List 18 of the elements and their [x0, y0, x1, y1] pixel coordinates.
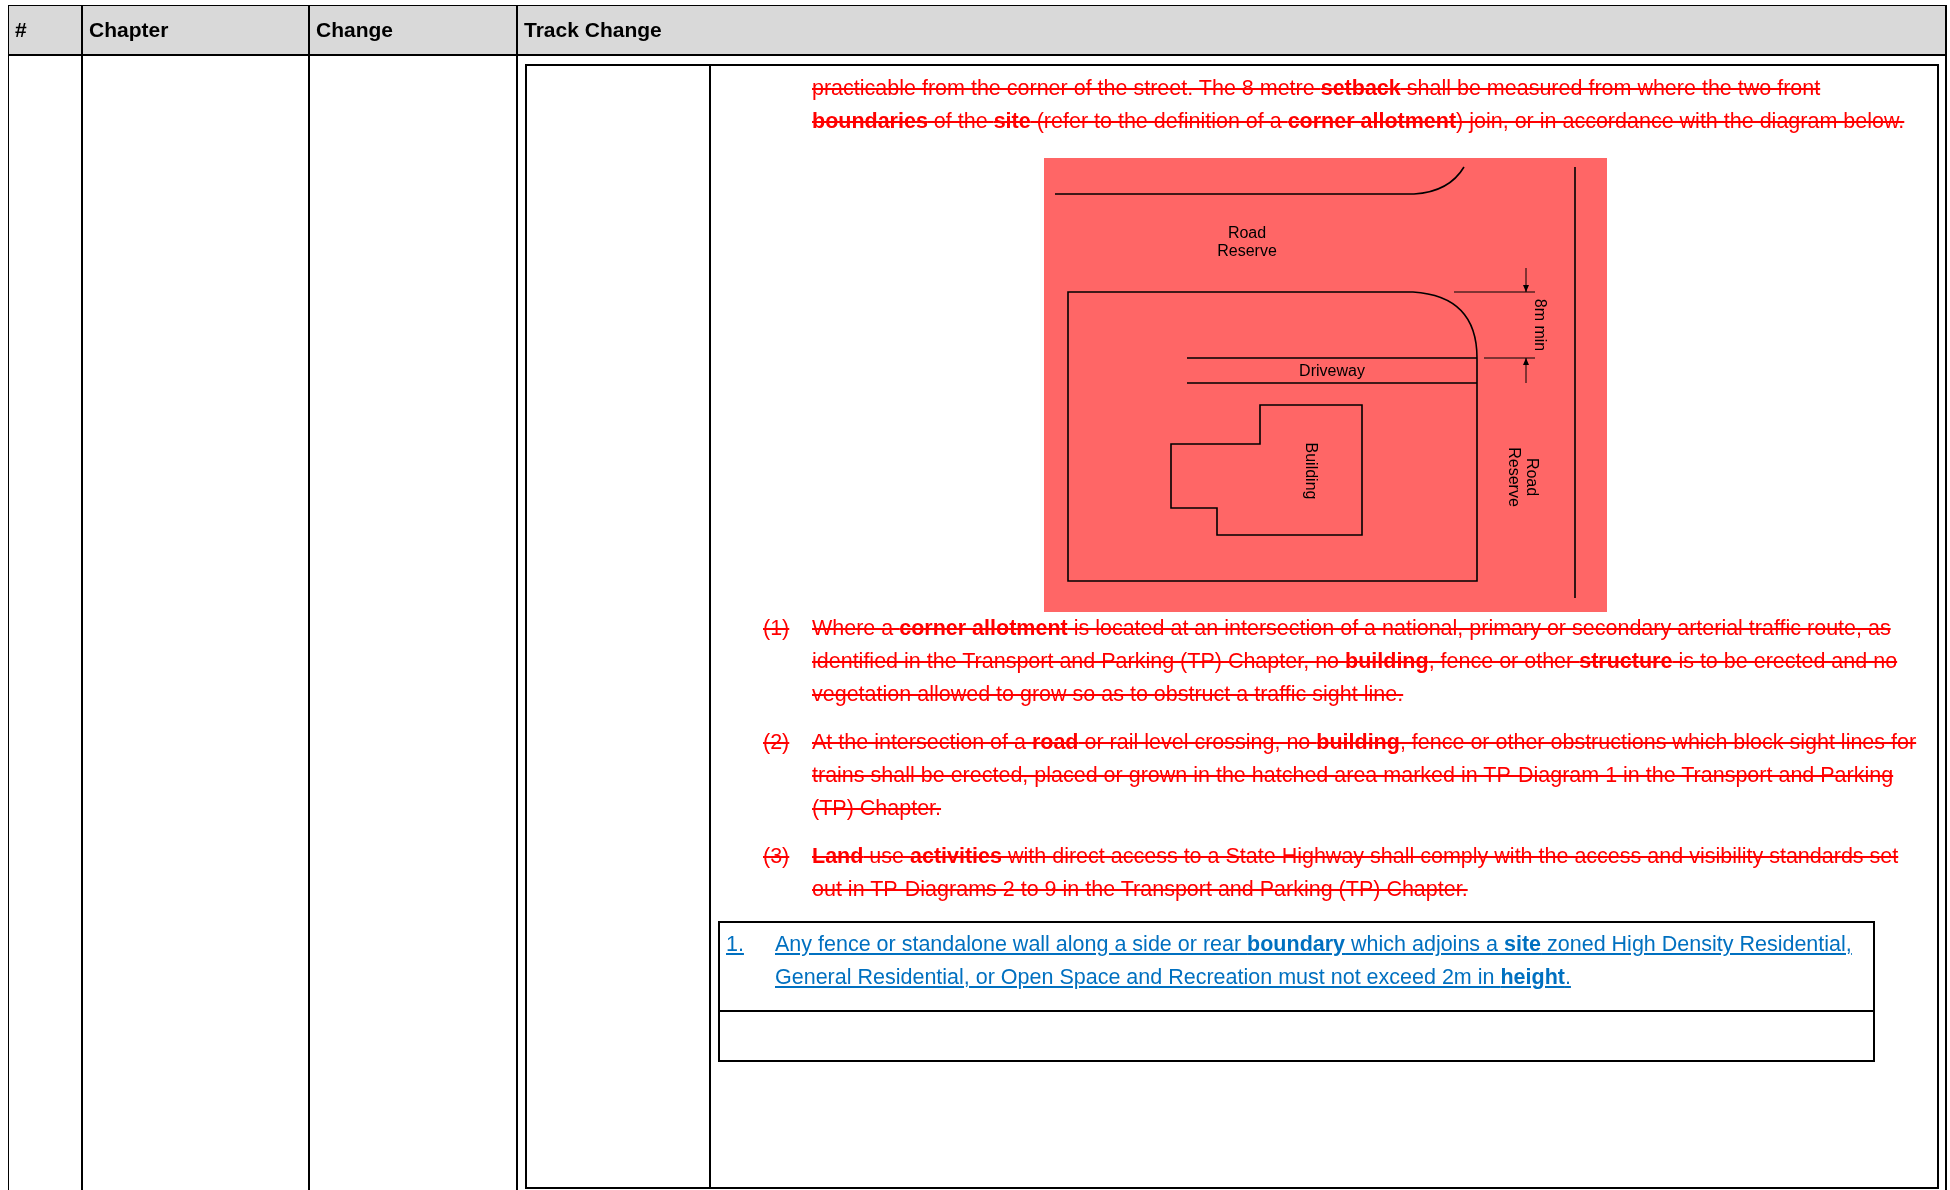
deleted-paragraph: practicable from the corner of the street. The 8 metre setback shall be measured from where the two front boundaries of the site (refer to the definition of a corner allotment) join, or in accordance with the diagram below. — [812, 75, 1906, 135]
driveway-label: Driveway — [1299, 362, 1365, 379]
setback-label: 8m min — [1532, 298, 1549, 352]
item-number: 1. — [726, 931, 745, 958]
item-text: Land use activities with direct access to a State Highway shall comply with the access and visibility standards set out in TP-Diagrams 2 to 9 in the Transport and Parking (TP) Chapter. — [812, 843, 1900, 903]
item-text: Where a corner allotment is located at an intersection of a national, primary or secondary arterial traffic route, as identified in the Transport and Parking (TP) Chapter, no building, fence or other structure is to be erected and no vegetation allowed to grow so as to obstruct a traffic sight line. — [812, 615, 1899, 708]
column-header: Change — [316, 18, 393, 42]
item-number: (3) — [763, 843, 791, 870]
column-header: Chapter — [89, 18, 169, 42]
road-label: Road Reserve — [1217, 224, 1277, 259]
item-text: At the intersection of a road or rail level crossing, no building, fence or other obstructions which block sight lines for trains shall be erected, placed or grown in the hatched area marked in TP-Diagram 1 in the Transport and Parking (TP) Chapter. — [812, 729, 1918, 822]
column-header: # — [15, 18, 27, 42]
item-text: Any fence or standalone wall along a side or rear boundary which adjoins a site zoned High Density Residential, General Residential, or Open Space and Recreation must not exceed 2m in height. — [775, 931, 1853, 991]
item-number: (1) — [763, 615, 791, 642]
item-number: (2) — [763, 729, 791, 756]
road-label: Road Reserve — [1506, 447, 1541, 507]
column-header: Track Change — [524, 18, 662, 42]
building-label: Building — [1303, 442, 1320, 500]
